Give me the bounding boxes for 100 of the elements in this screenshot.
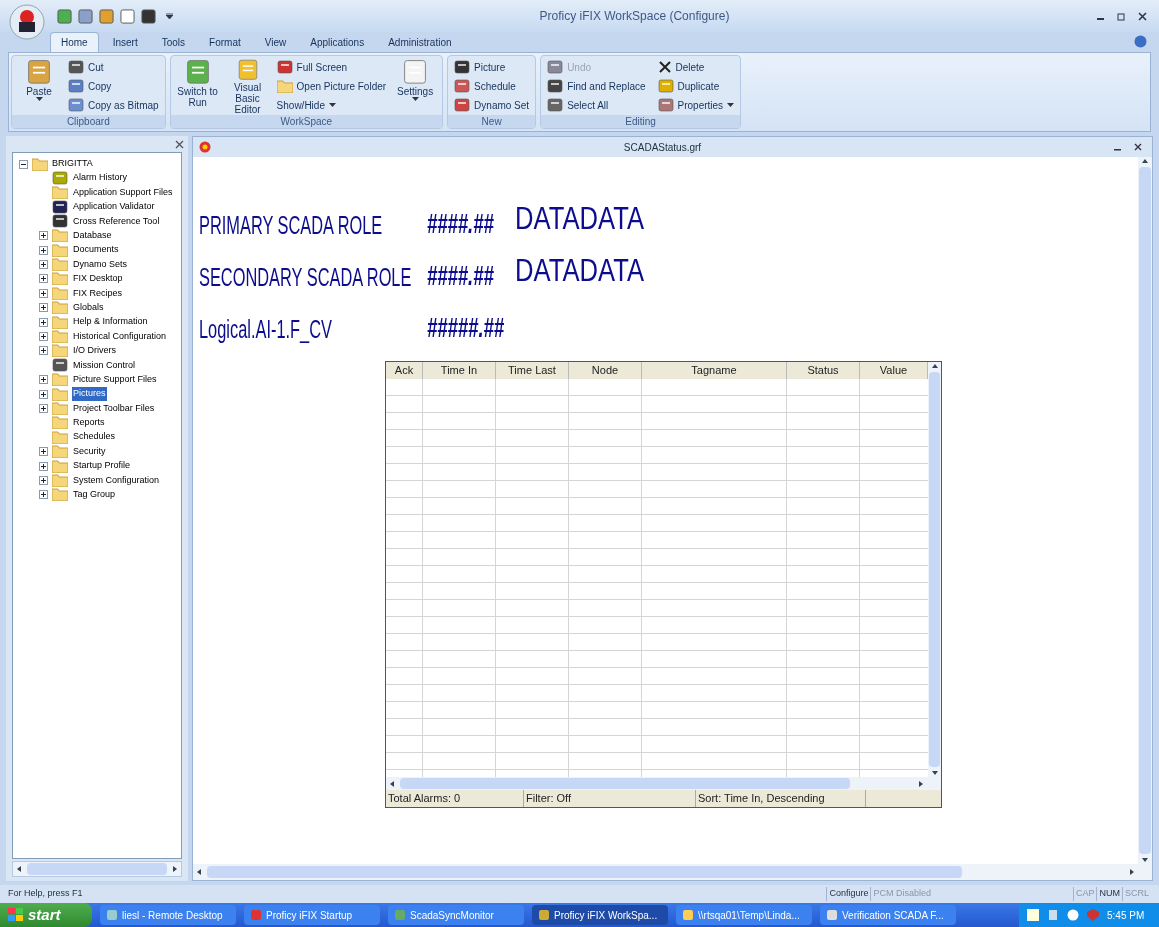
taskbar-button[interactable]: Proficy iFIX Startup xyxy=(244,905,380,925)
tree-item[interactable]: Picture Support Files xyxy=(72,372,158,387)
text-display: DATADATA xyxy=(515,253,644,287)
expand-icon[interactable] xyxy=(39,461,48,471)
ribbon-button[interactable]: Delete xyxy=(655,58,737,76)
ribbon-button[interactable]: Find and Replace xyxy=(545,77,648,95)
expand-icon[interactable] xyxy=(39,375,48,385)
scroll-thumb[interactable] xyxy=(27,863,167,875)
ribbon-button[interactable]: Cut xyxy=(66,58,161,76)
horizontal-scrollbar[interactable] xyxy=(386,777,941,790)
scroll-thumb[interactable] xyxy=(1139,167,1151,854)
close-icon[interactable] xyxy=(1134,143,1142,151)
expand-icon[interactable] xyxy=(39,288,48,298)
vertical-scrollbar[interactable] xyxy=(1138,157,1152,864)
horizontal-scrollbar[interactable] xyxy=(12,861,182,877)
scroll-thumb[interactable] xyxy=(929,372,940,767)
toolbar-icon[interactable] xyxy=(141,8,156,24)
tree-item[interactable]: Security xyxy=(72,444,107,459)
ribbon-button[interactable]: Show/Hide xyxy=(274,96,389,114)
expand-icon[interactable] xyxy=(39,403,48,413)
ribbon-button[interactable]: Copy as Bitmap xyxy=(66,96,161,114)
ribbon-large-button[interactable]: Paste xyxy=(16,58,62,115)
tree-item[interactable]: I/O Drivers xyxy=(72,344,117,358)
ribbon-button[interactable]: Full Screen xyxy=(274,58,389,76)
expand-icon[interactable] xyxy=(39,231,48,241)
expand-icon[interactable] xyxy=(39,389,48,399)
ribbon-tab[interactable]: Insert xyxy=(102,32,148,52)
start-button[interactable]: start xyxy=(0,903,92,927)
ribbon-tab[interactable]: Home xyxy=(50,32,99,52)
restore-icon[interactable] xyxy=(1117,11,1126,21)
tree-item[interactable]: Cross Reference Tool xyxy=(72,214,161,229)
taskbar-button[interactable]: ScadaSyncMonitor xyxy=(388,905,524,925)
ribbon-button[interactable]: Open Picture Folder xyxy=(274,77,389,95)
ribbon-tab[interactable]: Administration xyxy=(378,32,462,52)
expand-icon[interactable] xyxy=(39,475,48,485)
scroll-right-icon[interactable] xyxy=(917,779,925,788)
close-icon[interactable] xyxy=(1138,11,1147,21)
ribbon-large-button[interactable]: Visual Basic Editor xyxy=(224,58,271,115)
folder-icon xyxy=(52,243,68,257)
scroll-thumb[interactable] xyxy=(400,778,850,789)
ribbon-large-button[interactable]: Switch to Run xyxy=(174,58,221,115)
tree-item[interactable]: FIX Desktop xyxy=(72,272,124,286)
ribbon-button[interactable]: Schedule xyxy=(452,77,532,95)
scroll-up-icon[interactable] xyxy=(930,362,939,370)
tree-item[interactable]: Project Toolbar Files xyxy=(72,401,156,416)
scroll-right-icon[interactable] xyxy=(1128,868,1136,876)
taskbar-button[interactable]: Proficy iFIX WorkSpa... xyxy=(532,905,668,925)
tree-item[interactable]: Startup Profile xyxy=(72,459,132,473)
tree-item[interactable]: Dynamo Sets xyxy=(72,257,129,272)
customize-icon[interactable] xyxy=(166,12,173,19)
ribbon-button[interactable]: Copy xyxy=(66,77,161,95)
ribbon-button[interactable]: Properties xyxy=(655,96,737,114)
ribbon-button[interactable]: Picture xyxy=(452,58,532,76)
tree-item[interactable]: Mission Control xyxy=(72,358,137,372)
tree-item[interactable]: BRIGITTA xyxy=(52,157,93,171)
tree-item[interactable]: Documents xyxy=(72,243,120,257)
taskbar-button[interactable]: Verification SCADA F... xyxy=(820,905,956,925)
expand-icon[interactable] xyxy=(39,447,48,457)
ribbon-tab[interactable]: Format xyxy=(199,32,251,52)
expand-icon[interactable] xyxy=(39,245,48,255)
ribbon-large-button[interactable]: Settings xyxy=(392,58,439,115)
scroll-left-icon[interactable] xyxy=(195,868,203,876)
taskbar-button[interactable]: liesl - Remote Desktop xyxy=(100,905,236,925)
taskbar-button[interactable]: \\rtsqa01\Temp\Linda... xyxy=(676,905,812,925)
tree-item[interactable]: Historical Configuration xyxy=(72,329,168,344)
tree-item[interactable]: Database xyxy=(72,229,113,243)
scroll-thumb[interactable] xyxy=(207,866,962,878)
expand-icon[interactable] xyxy=(39,332,48,341)
ribbon-tab[interactable]: Tools xyxy=(151,32,196,52)
scroll-left-icon[interactable] xyxy=(388,779,396,788)
ribbon-button[interactable]: Duplicate xyxy=(655,77,737,95)
tree-item[interactable]: Pictures xyxy=(72,387,107,401)
expand-icon[interactable] xyxy=(39,274,48,284)
tree-item[interactable]: Globals xyxy=(72,300,105,315)
scroll-right-icon[interactable] xyxy=(171,865,179,873)
tree-item[interactable]: Application Validator xyxy=(72,200,156,214)
expand-icon[interactable] xyxy=(39,303,48,313)
collapse-icon[interactable] xyxy=(19,159,28,169)
ribbon-button[interactable]: Dynamo Set xyxy=(452,96,532,114)
app-logo-icon[interactable] xyxy=(9,4,45,40)
expand-icon[interactable] xyxy=(39,260,48,270)
tree-item[interactable]: Reports xyxy=(72,416,106,430)
tree-item[interactable]: Help & Information xyxy=(72,315,149,329)
tree-item[interactable]: Application Support Files xyxy=(72,185,174,200)
close-icon[interactable] xyxy=(175,140,184,149)
tree-item[interactable]: System Configuration xyxy=(72,473,161,488)
expand-icon[interactable] xyxy=(39,490,48,500)
ribbon-tab[interactable]: Applications xyxy=(300,32,375,52)
expand-icon[interactable] xyxy=(39,346,48,356)
tree-item[interactable]: FIX Recipes xyxy=(72,286,124,301)
ribbon-tab[interactable]: View xyxy=(254,32,297,52)
horizontal-scrollbar[interactable] xyxy=(193,864,1152,880)
expand-icon[interactable] xyxy=(39,317,48,327)
tree-item[interactable]: Schedules xyxy=(72,430,117,444)
windows-logo-icon xyxy=(8,908,24,922)
scroll-left-icon[interactable] xyxy=(15,865,23,873)
tree-item[interactable]: Tag Group xyxy=(72,488,117,502)
vertical-scrollbar[interactable] xyxy=(928,362,941,777)
ribbon-button[interactable]: Select All xyxy=(545,96,648,114)
tree-item[interactable]: Alarm History xyxy=(72,171,128,185)
